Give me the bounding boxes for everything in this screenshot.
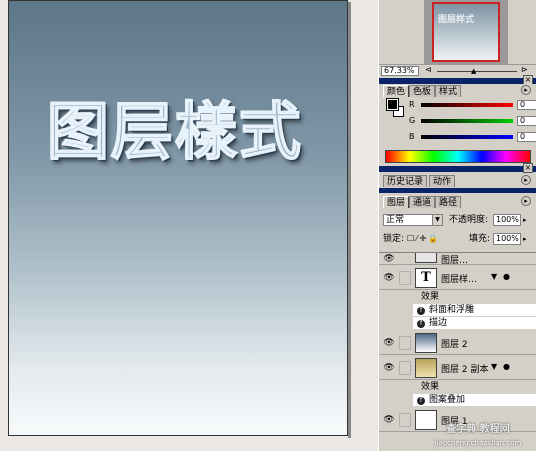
navigator-thumbnail-area[interactable]: 图层样式: [424, 0, 508, 64]
effect-name: 描边: [429, 318, 448, 328]
lock-options-icon[interactable]: ☐⁄✛🔒: [407, 234, 440, 243]
layer-link-box[interactable]: [399, 361, 411, 375]
effect-row[interactable]: f 斜面和浮雕: [413, 304, 536, 316]
channel-g: G 0: [409, 116, 536, 126]
watermark-text: 查字典 教程网: [446, 424, 510, 435]
lock-fill-row: 锁定: ☐⁄✛🔒 填充: 100% ▸: [379, 232, 536, 246]
layer-row[interactable]: 👁 T 图层样… ▼ ●: [379, 266, 536, 290]
opacity-field[interactable]: 100%: [493, 214, 521, 226]
effects-header: 效果: [413, 381, 536, 393]
effect-name: 斜面和浮雕: [429, 305, 475, 315]
zoom-out-icon[interactable]: ⊲: [425, 65, 432, 74]
foreground-color-swatch[interactable]: [386, 98, 399, 111]
layers-panel-tabs: 图层 通道 路径 ▸: [379, 195, 536, 209]
layer-row[interactable]: 👁 图层 2 副本 ▼ ●: [379, 356, 536, 380]
tab-paths[interactable]: 路径: [435, 196, 462, 208]
channel-g-slider[interactable]: [421, 119, 513, 123]
zoom-slider-handle[interactable]: ▲: [471, 67, 476, 75]
layer-link-box[interactable]: [399, 271, 411, 285]
channel-r: R 0: [409, 100, 536, 110]
channel-r-value[interactable]: 0: [517, 100, 536, 110]
layer-style-icon[interactable]: ●: [503, 272, 510, 281]
navigator-view-box[interactable]: 图层样式: [432, 2, 500, 62]
layer-row[interactable]: 👁 图层…: [379, 253, 536, 266]
layer-thumbnail: [415, 333, 437, 353]
channel-g-value[interactable]: 0: [517, 116, 536, 126]
chevron-down-icon[interactable]: ▼: [432, 215, 442, 225]
navigator-thumb-text: 图层样式: [438, 15, 475, 25]
layer-name: 图层…: [441, 256, 469, 266]
panel-menu-icon[interactable]: ▸: [521, 85, 531, 95]
layer-row[interactable]: 👁 图层 2: [379, 331, 536, 355]
effect-icon: f: [417, 307, 425, 315]
channel-r-label: R: [409, 100, 415, 109]
channel-g-label: G: [409, 116, 416, 125]
panel-menu-icon[interactable]: ▸: [521, 196, 531, 206]
zoom-in-icon[interactable]: ⊳: [521, 65, 528, 74]
color-panel: R 0 G 0 B 0: [379, 96, 536, 166]
tab-layers[interactable]: 图层: [383, 196, 410, 208]
effect-name: 图案叠加: [429, 395, 466, 405]
canvas-shadow: [348, 2, 351, 438]
channel-b: B 0: [409, 132, 536, 142]
expand-effects-icon[interactable]: ▼: [491, 272, 497, 281]
fill-field[interactable]: 100%: [493, 233, 521, 245]
tab-channels[interactable]: 通道: [409, 196, 436, 208]
channel-b-label: B: [409, 132, 415, 141]
layer-name: 图层样…: [441, 275, 478, 285]
visibility-eye-icon[interactable]: 👁: [382, 253, 396, 266]
blend-opacity-row: 正常 ▼ 不透明度: 100% ▸: [379, 213, 536, 227]
fill-arrow-icon[interactable]: ▸: [523, 235, 527, 243]
canvas-art-text: 图层樣式: [46, 94, 304, 169]
palette-well: 图层样式 67.33% ⊲ ▲ ⊳ × 颜色 色板 样式 ▸ R 0 G 0 B…: [378, 0, 536, 451]
opacity-arrow-icon[interactable]: ▸: [523, 216, 527, 224]
expand-effects-icon[interactable]: ▼: [491, 362, 497, 371]
channel-b-value[interactable]: 0: [517, 132, 536, 142]
visibility-eye-icon[interactable]: 👁: [382, 361, 396, 375]
layer-style-icon[interactable]: ●: [503, 362, 510, 371]
effect-row[interactable]: f 描边: [413, 317, 536, 329]
layers-panel: 图层 通道 路径 ▸ 正常 ▼ 不透明度: 100% ▸ 锁定: ☐⁄✛🔒 填充…: [379, 172, 536, 451]
document-workspace: 图层樣式: [0, 0, 378, 451]
visibility-eye-icon[interactable]: 👁: [382, 336, 396, 350]
effects-label: 效果: [421, 292, 440, 302]
blend-mode-select[interactable]: 正常 ▼: [383, 214, 443, 226]
layer-name: 图层 2: [441, 340, 468, 350]
channel-b-slider[interactable]: [421, 135, 513, 139]
text-layer-icon: T: [415, 268, 437, 288]
effects-header: 效果: [413, 291, 536, 303]
effects-label: 效果: [421, 382, 440, 392]
fill-label: 填充:: [469, 234, 491, 244]
visibility-eye-icon[interactable]: 👁: [382, 413, 396, 427]
layer-link-box[interactable]: [399, 413, 411, 427]
effect-icon: f: [417, 320, 425, 328]
navigator-panel: 图层样式 67.33% ⊲ ▲ ⊳: [379, 0, 536, 78]
document-canvas[interactable]: 图层樣式: [8, 0, 348, 436]
channel-r-slider[interactable]: [421, 103, 513, 107]
zoom-slider[interactable]: [437, 71, 517, 72]
navigator-zoom-bar: 67.33% ⊲ ▲ ⊳: [379, 64, 536, 76]
layer-thumbnail: [415, 358, 437, 378]
layer-thumbnail: [415, 253, 437, 263]
zoom-level-field[interactable]: 67.33%: [381, 66, 419, 76]
watermark-url: jiaocheng.chazidian.com: [434, 439, 522, 447]
layer-name: 图层 2 副本: [441, 365, 489, 375]
color-spectrum-bar[interactable]: [385, 150, 531, 163]
opacity-label: 不透明度:: [449, 215, 489, 225]
layer-link-box[interactable]: [399, 336, 411, 350]
visibility-eye-icon[interactable]: 👁: [382, 271, 396, 285]
effect-icon: f: [417, 397, 425, 405]
blend-mode-value: 正常: [386, 215, 405, 225]
lock-label: 锁定:: [383, 234, 405, 244]
effect-row[interactable]: f 图案叠加: [413, 394, 536, 406]
